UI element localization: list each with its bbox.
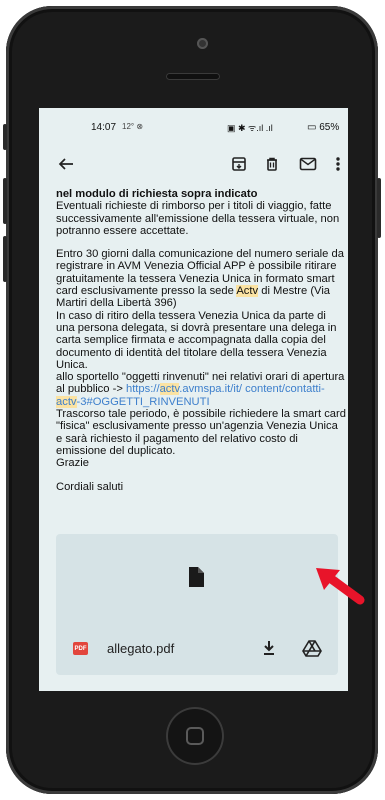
pdf-icon: PDF (73, 642, 88, 655)
email-toolbar (39, 144, 348, 188)
closing-text: Cordiali saluti (56, 480, 124, 493)
highlight-actv: Actv (236, 285, 259, 298)
volume-up-button (3, 178, 7, 224)
email-body: nel modulo di richiesta sopra indicato E… (56, 188, 346, 504)
status-left-icons: 12° ⊗ (122, 122, 144, 131)
front-camera (197, 38, 208, 49)
battery-indicator: ▭ 65% (307, 122, 340, 133)
archive-icon[interactable] (227, 152, 251, 176)
power-button (377, 178, 381, 238)
google-drive-icon[interactable] (302, 638, 322, 658)
volume-down-button (3, 236, 7, 282)
refund-text: Eventuali richieste di rimborso per i ti… (56, 200, 340, 237)
bold-reference: nel modulo di richiesta sopra indicato (56, 188, 258, 200)
download-icon[interactable] (260, 638, 278, 658)
back-arrow-icon[interactable] (54, 152, 78, 176)
more-vert-icon[interactable] (326, 152, 348, 176)
status-time: 14:07 (91, 122, 117, 133)
mute-switch (3, 124, 7, 150)
thanks-text: Grazie (56, 457, 89, 470)
delegate-text: In caso di ritiro della tessera Venezia … (56, 309, 337, 371)
paragraph-refund: nel modulo di richiesta sopra indicato E… (56, 188, 346, 237)
pointer-arrow-icon (316, 568, 365, 605)
duplicate-text: Trascorso tale periodo, è possibile rich… (56, 408, 346, 457)
paragraph-pickup: Entro 30 giorni dalla comunicazione del … (56, 248, 346, 469)
attachment-footer: PDF allegato.pdf (56, 630, 338, 670)
earpiece-speaker (166, 73, 220, 80)
attachment-card[interactable]: PDF allegato.pdf (56, 534, 338, 675)
mail-icon[interactable] (296, 152, 320, 176)
status-signal-icons: ▣ ✱ ᯤ.ıl .ıl (227, 123, 273, 133)
trash-icon[interactable] (260, 152, 284, 176)
phone-screen: 14:07 12° ⊗ ▣ ✱ ᯤ.ıl .ıl ▭ 65% nel modul… (39, 108, 348, 691)
document-icon (189, 567, 204, 587)
status-bar: 14:07 12° ⊗ ▣ ✱ ᯤ.ıl .ıl ▭ 65% (39, 108, 348, 144)
home-button[interactable] (166, 707, 224, 765)
attachment-filename[interactable]: allegato.pdf (107, 641, 174, 656)
home-button-square (186, 727, 204, 745)
